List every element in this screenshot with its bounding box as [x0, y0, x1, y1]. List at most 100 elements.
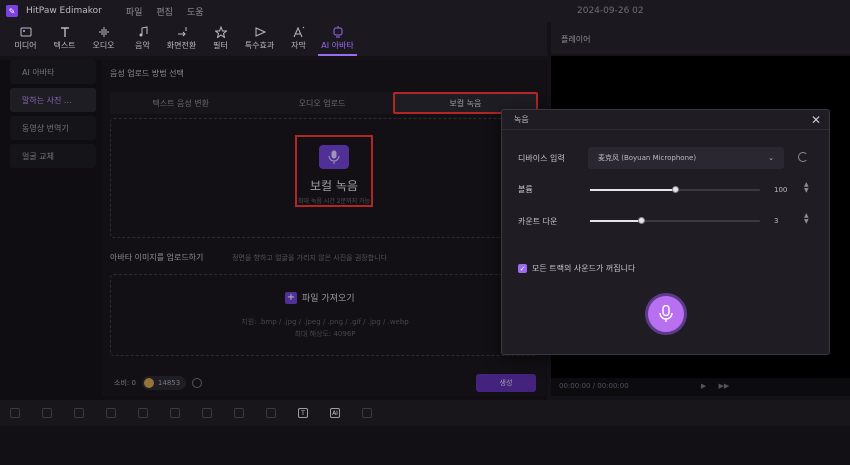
tool-label: 자막 [291, 41, 306, 50]
undo-icon[interactable] [10, 408, 20, 418]
countdown-input[interactable]: 3 [766, 213, 800, 229]
volume-input[interactable]: 100 [766, 182, 800, 198]
tool-ai-avatar[interactable]: AI 아바타 [318, 22, 357, 56]
text-icon [60, 27, 69, 37]
max-resolution: 최대 해상도: 4096P [294, 330, 356, 338]
volume-value: 100 [774, 186, 788, 194]
volume-stepper[interactable]: ▲ ▼ [804, 182, 812, 194]
dialog-title: 녹음 [514, 115, 529, 124]
import-file-button[interactable]: + 파일 가져오기 [285, 291, 355, 304]
tool-text[interactable]: 텍스트 [45, 22, 84, 56]
filter-icon [214, 26, 227, 38]
delete-icon[interactable] [106, 408, 116, 418]
freeze-icon[interactable] [202, 408, 212, 418]
sidebar-item-label: 동영상 번역기 [22, 123, 69, 133]
record-label: 보컬 녹음 [310, 179, 358, 193]
tool-label: 음악 [135, 41, 150, 50]
main-toolbar: 미디어 텍스트 오디오 음악 화면전환 필터 특수효과 자막 AI 아바타 [0, 22, 547, 56]
playback-time: 00:00:00 / 00:00:00 [559, 382, 629, 390]
play-icon[interactable]: ▶ [701, 382, 706, 390]
tool-transition[interactable]: 화면전환 [162, 22, 201, 56]
countdown-row: 카운트 다운 [518, 216, 557, 227]
menu-help[interactable]: 도움 [187, 5, 204, 18]
panel-footer: 소비: 0 14853 생성 [102, 370, 546, 396]
countdown-knob[interactable] [638, 217, 645, 224]
add-text-icon[interactable]: T [298, 408, 308, 418]
sidebar: AI 아바타 말하는 사진 ... 동영상 번역기 얼굴 교체 [10, 60, 96, 370]
volume-slider[interactable] [590, 186, 760, 193]
speed-icon[interactable] [170, 408, 180, 418]
split-icon[interactable] [74, 408, 84, 418]
crop-icon[interactable] [138, 408, 148, 418]
more-icon[interactable] [362, 408, 372, 418]
app-window: ✎ HitPaw Edimakor 파일 편집 도움 2024-09-26 02… [0, 0, 850, 465]
coin-icon [143, 378, 154, 388]
dialog-header: 녹음 ✕ [502, 110, 829, 130]
preview-title: 플레이어 [561, 35, 591, 44]
tool-label: 필터 [213, 41, 228, 50]
volume-fill [590, 189, 675, 191]
close-icon[interactable]: ✕ [811, 113, 821, 127]
record-start-button[interactable]: 보컬 녹음 최대 녹음 시간 2분까지 가능 [295, 135, 373, 207]
tool-filter[interactable]: 필터 [201, 22, 240, 56]
timeline-area[interactable] [0, 426, 850, 465]
generate-button[interactable]: 생성 [476, 374, 536, 392]
mirror-icon[interactable] [234, 408, 244, 418]
rotate-icon[interactable] [266, 408, 276, 418]
tool-label: 특수효과 [244, 41, 275, 50]
microphone-icon [659, 305, 673, 322]
tool-media[interactable]: 미디어 [6, 22, 45, 56]
refresh-devices-icon[interactable] [798, 152, 808, 162]
countdown-stepper[interactable]: ▲ ▼ [804, 213, 812, 225]
tool-label: 텍스트 [53, 41, 76, 50]
ai-icon[interactable]: AI [330, 408, 340, 418]
tool-label: 화면전환 [166, 41, 197, 50]
voice-source-tabs: 텍스트 음성 변환 오디오 업로드 보컬 녹음 [110, 92, 538, 114]
sidebar-item-label: 말하는 사진 ... [22, 95, 72, 105]
skip-icon[interactable]: ▶▶ [719, 382, 730, 390]
tool-audio[interactable]: 오디오 [84, 22, 123, 56]
sidebar-item-label: 얼굴 교체 [22, 151, 54, 161]
countdown-fill [590, 220, 641, 222]
title-bar: ✎ HitPaw Edimakor 파일 편집 도움 2024-09-26 02 [0, 0, 850, 22]
sidebar-item-face-swap[interactable]: 얼굴 교체 [10, 144, 96, 168]
app-logo-icon: ✎ [6, 5, 18, 17]
tab-text-to-speech[interactable]: 텍스트 음성 변환 [110, 92, 251, 114]
record-mic-button[interactable] [645, 293, 687, 335]
volume-label: 볼륨 [518, 185, 533, 194]
transition-icon [177, 27, 186, 37]
mute-tracks-checkbox[interactable]: ✓ 모든 트랙의 사운드가 꺼집니다 [518, 263, 635, 274]
chevron-down-icon: ⌄ [768, 154, 774, 162]
redo-icon[interactable] [42, 408, 52, 418]
tool-label: 오디오 [92, 41, 115, 50]
tool-subtitle[interactable]: 자막 [279, 22, 318, 56]
menu-file[interactable]: 파일 [126, 5, 143, 18]
supported-formats: 지원: .bmp / .jpg / .jpeg / .png / .gif / … [241, 318, 409, 326]
menu-edit[interactable]: 편집 [156, 5, 173, 18]
app-title: HitPaw Edimakor [26, 6, 102, 16]
device-select[interactable]: 麦克风 (Boyuan Microphone) ⌄ [588, 147, 784, 169]
tab-audio-upload[interactable]: 오디오 업로드 [251, 92, 392, 114]
preview-header: 플레이어 [551, 22, 850, 54]
tool-label: AI 아바타 [321, 41, 354, 50]
tool-music[interactable]: 음악 [123, 22, 162, 56]
refresh-credit-icon[interactable] [192, 378, 203, 388]
tab-label: 텍스트 음성 변환 [152, 98, 209, 108]
sidebar-item-label: AI 아바타 [22, 67, 55, 77]
subtitle-icon [293, 26, 304, 38]
sidebar-item-talking-photo[interactable]: 말하는 사진 ... [10, 88, 96, 112]
import-file-label: 파일 가져오기 [302, 294, 355, 304]
sidebar-item-ai-avatar[interactable]: AI 아바타 [10, 60, 96, 84]
credit-cost-label: 소비: 0 [114, 379, 136, 387]
tool-effects[interactable]: 특수효과 [240, 22, 279, 56]
countdown-slider[interactable] [590, 217, 760, 224]
mute-tracks-label: 모든 트랙의 사운드가 꺼집니다 [532, 264, 636, 273]
device-value: 麦克风 (Boyuan Microphone) [598, 154, 697, 162]
volume-knob[interactable] [672, 186, 679, 193]
image-upload-zone[interactable]: + 파일 가져오기 지원: .bmp / .jpg / .jpeg / .png… [110, 274, 538, 356]
player-controls: 00:00:00 / 00:00:00 ▶ ▶▶ [551, 378, 850, 396]
device-label: 디바이스 입력 [518, 154, 565, 163]
sidebar-item-video-translator[interactable]: 동영상 번역기 [10, 116, 96, 140]
generate-label: 생성 [499, 379, 513, 387]
device-row: 디바이스 입력 [518, 153, 565, 164]
